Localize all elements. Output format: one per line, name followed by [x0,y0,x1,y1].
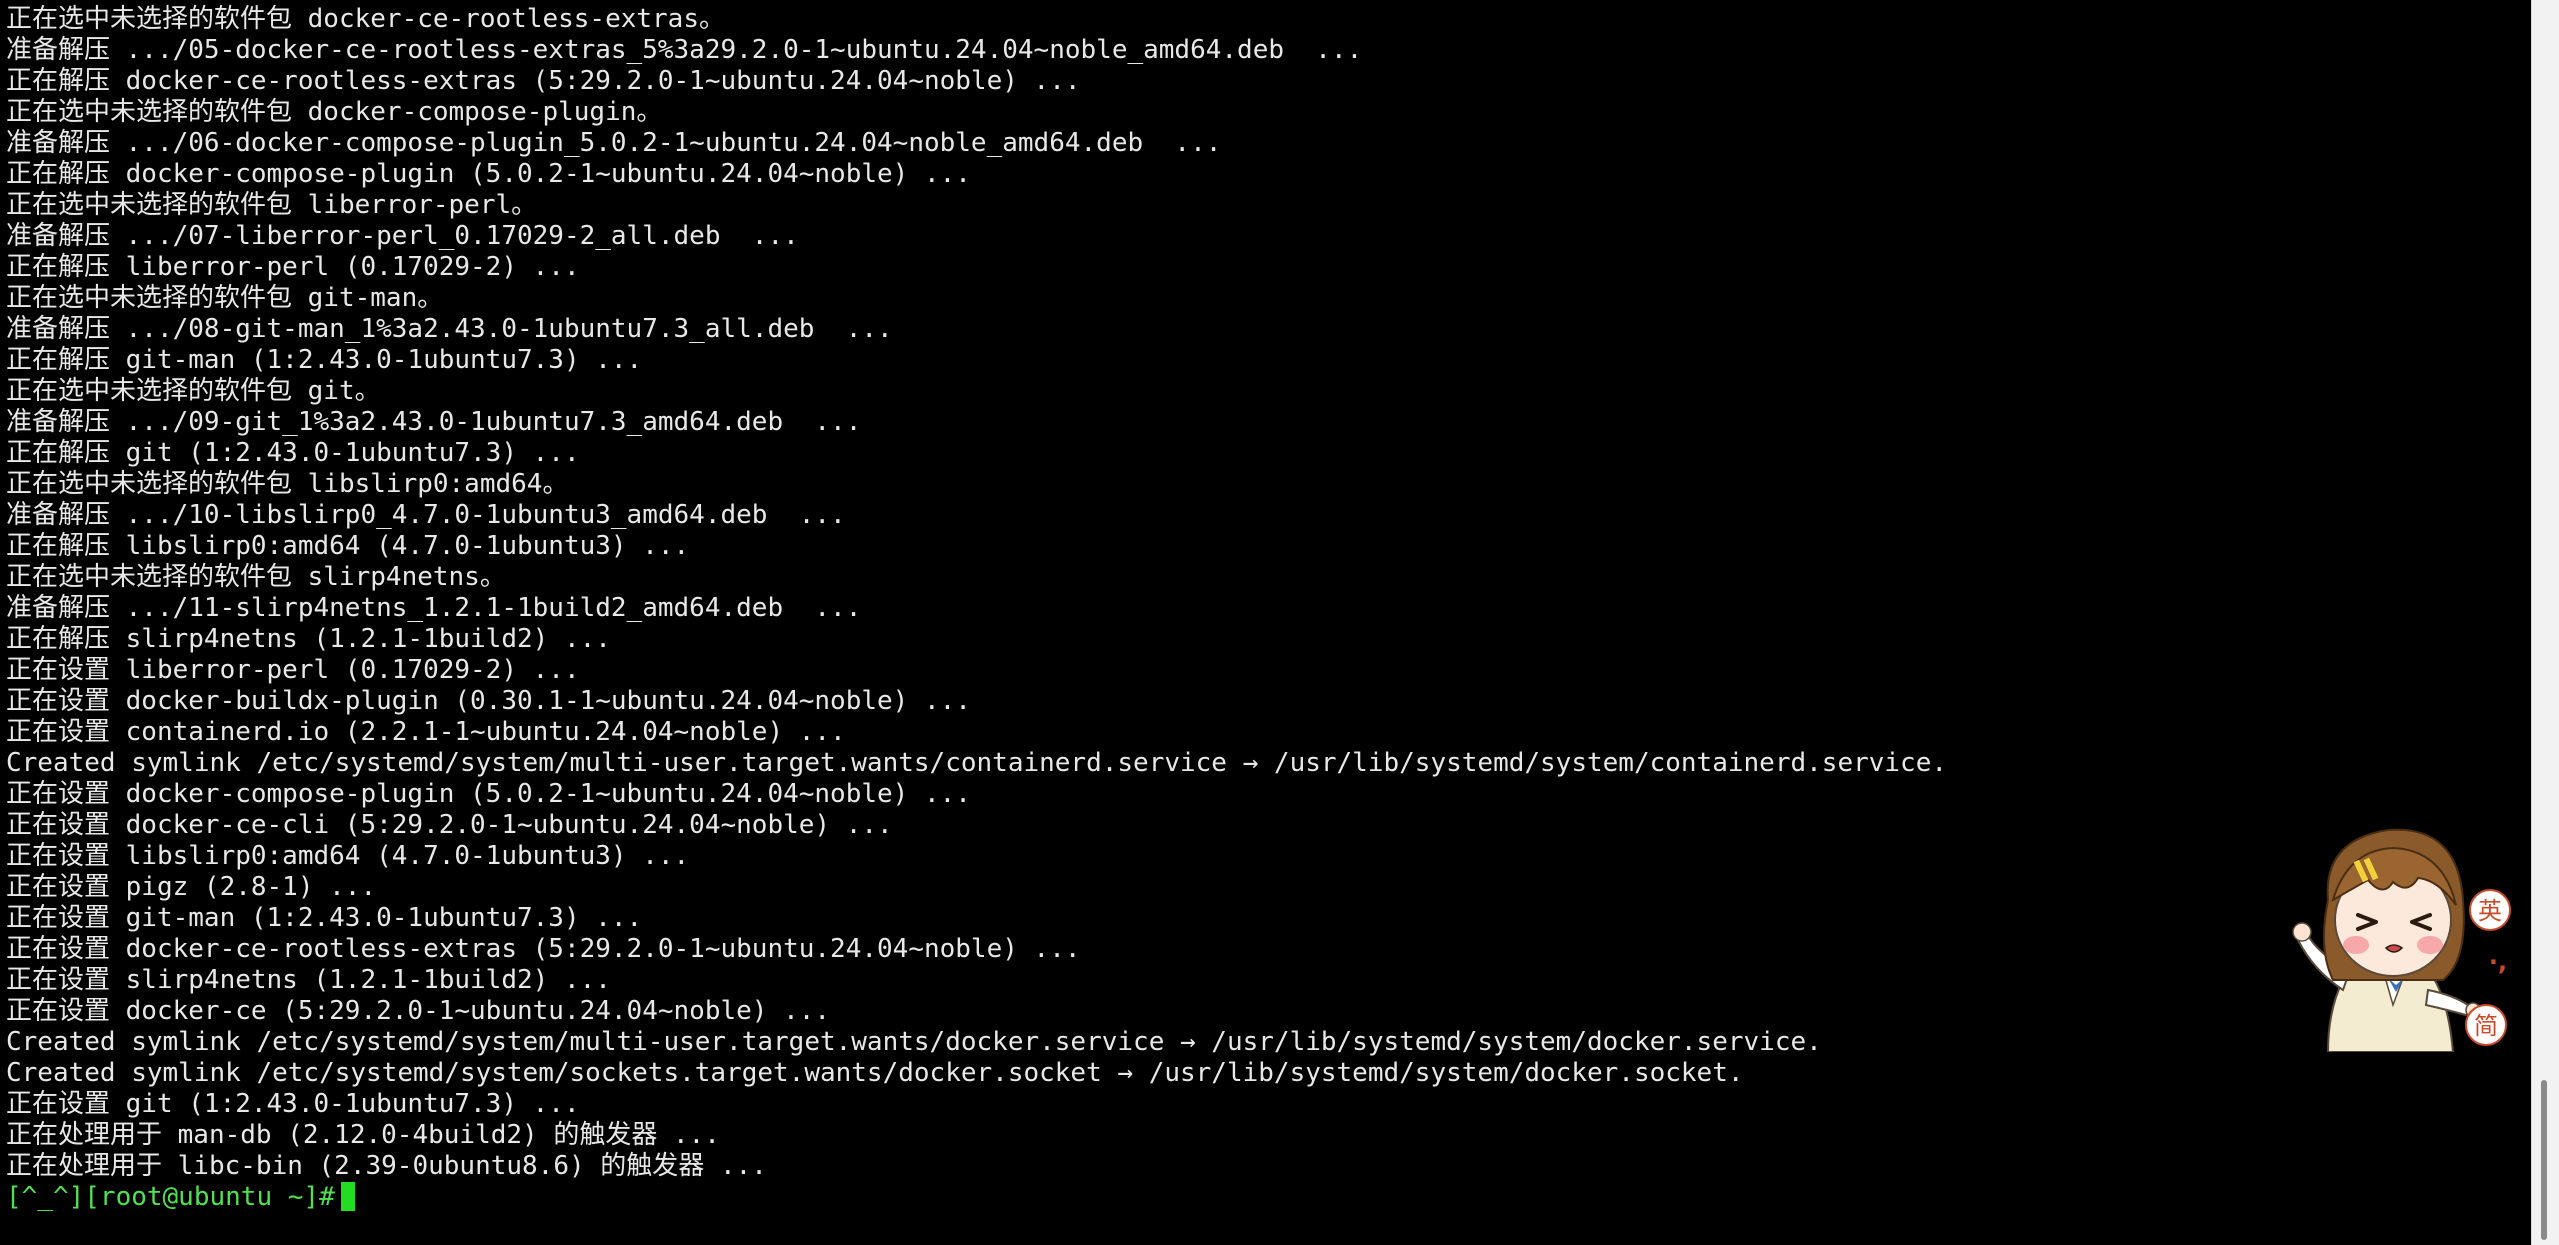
ime-separator-label: ·, [2489,948,2507,976]
terminal-output: 正在选中未选择的软件包 docker-ce-rootless-extras。 准备… [6,4,1947,1182]
ime-mode-label: 英 [2478,897,2502,925]
terminal-line: 准备解压 .../10-libslirp0_4.7.0-1ubuntu3_amd… [6,500,846,530]
terminal-line: 正在设置 docker-compose-plugin (5.0.2-1~ubun… [6,779,971,809]
terminal-line: 正在解压 docker-ce-rootless-extras (5:29.2.0… [6,66,1081,96]
terminal-line: 正在设置 pigz (2.8-1) ... [6,872,377,902]
terminal-line: 正在选中未选择的软件包 liberror-perl。 [6,190,538,220]
text-cursor [340,1182,355,1211]
terminal-line: 正在设置 git-man (1:2.43.0-1ubuntu7.3) ... [6,903,643,933]
terminal-window[interactable]: 正在选中未选择的软件包 docker-ce-rootless-extras。 准备… [0,0,2532,1245]
terminal-line: 正在选中未选择的软件包 docker-compose-plugin。 [6,97,663,127]
scrollbar-thumb[interactable] [2541,1080,2547,1240]
terminal-line: 正在选中未选择的软件包 libslirp0:amd64。 [6,469,569,499]
terminal-line: 正在设置 docker-ce-cli (5:29.2.0-1~ubuntu.24… [6,810,893,840]
terminal-line: 正在解压 liberror-perl (0.17029-2) ... [6,252,580,282]
terminal-line: 正在解压 docker-compose-plugin (5.0.2-1~ubun… [6,159,971,189]
terminal-line: 正在设置 git (1:2.43.0-1ubuntu7.3) ... [6,1089,580,1119]
terminal-line: 正在解压 git (1:2.43.0-1ubuntu7.3) ... [6,438,580,468]
terminal-line: 准备解压 .../11-slirp4netns_1.2.1-1build2_am… [6,593,862,623]
terminal-line: 准备解压 .../06-docker-compose-plugin_5.0.2-… [6,128,1222,158]
terminal-line: 正在设置 docker-ce (5:29.2.0-1~ubuntu.24.04~… [6,996,831,1026]
ime-mascot-icon[interactable]: 英 ·, 简 [2288,820,2514,1053]
terminal-line: Created symlink /etc/systemd/system/sock… [6,1058,1744,1088]
vertical-scrollbar[interactable] [2531,0,2559,1245]
terminal-line: 正在设置 slirp4netns (1.2.1-1build2) ... [6,965,611,995]
terminal-line: 正在解压 libslirp0:amd64 (4.7.0-1ubuntu3) ..… [6,531,690,561]
terminal-line: 正在选中未选择的软件包 docker-ce-rootless-extras。 [6,4,725,34]
terminal-line: 正在设置 docker-buildx-plugin (0.30.1-1~ubun… [6,686,971,716]
terminal-line: Created symlink /etc/systemd/system/mult… [6,1027,1822,1057]
terminal-line: 正在选中未选择的软件包 git。 [6,376,381,406]
terminal-line: 正在解压 slirp4netns (1.2.1-1build2) ... [6,624,611,654]
terminal-line: 正在处理用于 libc-bin (2.39-0ubuntu8.6) 的触发器 .… [6,1151,767,1181]
terminal-line: 正在解压 git-man (1:2.43.0-1ubuntu7.3) ... [6,345,643,375]
terminal-line: 正在设置 containerd.io (2.2.1-1~ubuntu.24.04… [6,717,846,747]
terminal-line: 准备解压 .../07-liberror-perl_0.17029-2_all.… [6,221,799,251]
terminal-line: 准备解压 .../08-git-man_1%3a2.43.0-1ubuntu7.… [6,314,893,344]
terminal-line: 准备解压 .../09-git_1%3a2.43.0-1ubuntu7.3_am… [6,407,862,437]
terminal-line: 正在设置 liberror-perl (0.17029-2) ... [6,655,580,685]
terminal-line: 正在选中未选择的软件包 git-man。 [6,283,444,313]
terminal-line: 正在选中未选择的软件包 slirp4netns。 [6,562,506,592]
shell-prompt: [^_^][root@ubuntu ~]# [6,1182,335,1212]
terminal-line: Created symlink /etc/systemd/system/mult… [6,748,1948,778]
ime-script-label: 简 [2474,1012,2498,1040]
ime-mascot-graphic: 英 ·, 简 [2292,828,2511,1053]
prompt-line[interactable]: [^_^][root@ubuntu ~]# [6,1182,355,1213]
terminal-line: 正在设置 libslirp0:amd64 (4.7.0-1ubuntu3) ..… [6,841,690,871]
terminal-line: 准备解压 .../05-docker-ce-rootless-extras_5%… [6,35,1363,65]
terminal-line: 正在处理用于 man-db (2.12.0-4build2) 的触发器 ... [6,1120,720,1150]
terminal-line: 正在设置 docker-ce-rootless-extras (5:29.2.0… [6,934,1081,964]
